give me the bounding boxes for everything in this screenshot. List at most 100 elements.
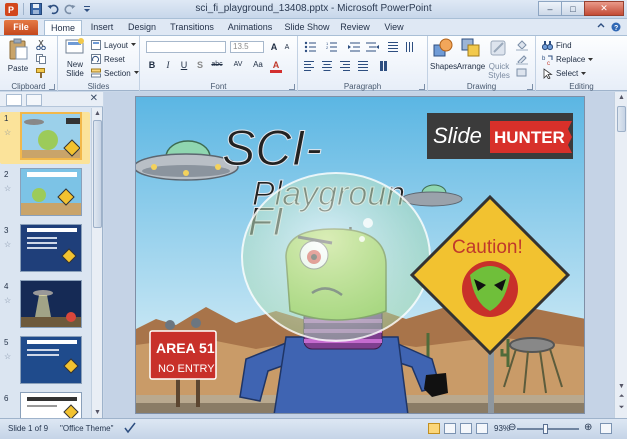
fit-to-window-button[interactable] <box>600 423 612 434</box>
reset-button[interactable]: Reset <box>91 54 125 64</box>
tab-design[interactable]: Design <box>124 20 160 35</box>
grow-font-button[interactable]: A <box>268 41 280 53</box>
font-name-combo[interactable] <box>146 41 226 53</box>
svg-text:NO ENTRY: NO ENTRY <box>158 363 215 375</box>
paste-button[interactable]: Paste <box>4 38 32 73</box>
zoom-slider-knob[interactable] <box>543 424 549 434</box>
scroll-down-icon[interactable]: ▼ <box>617 382 626 391</box>
thumbnail-number: 1 <box>4 114 9 123</box>
font-size-combo[interactable]: 13.5 <box>230 41 264 53</box>
scroll-thumb[interactable] <box>617 106 626 132</box>
format-painter-button[interactable] <box>36 68 46 78</box>
scroll-up-icon[interactable]: ▲ <box>617 93 626 102</box>
cut-button[interactable] <box>36 40 46 50</box>
slides-tab-icon[interactable] <box>6 94 22 106</box>
minimize-button[interactable]: – <box>538 1 562 16</box>
zoom-out-icon[interactable]: ⊖ <box>508 422 516 433</box>
section-button[interactable]: Section <box>91 68 139 78</box>
strikethrough-button[interactable]: abc <box>208 59 226 71</box>
replace-label: Replace <box>556 55 586 64</box>
layout-button[interactable]: Layout <box>91 40 137 50</box>
clipboard-launcher-icon[interactable] <box>49 84 55 90</box>
slides-pane-scrollbar[interactable]: ▲ ▼ <box>91 108 102 418</box>
slide-thumbnail-4[interactable]: 4 ☆ <box>0 280 90 332</box>
replace-button[interactable]: bc Replace <box>542 54 594 65</box>
italic-button[interactable]: I <box>162 59 174 71</box>
tab-file[interactable]: File <box>4 20 38 35</box>
tab-home[interactable]: Home <box>44 20 82 35</box>
shapes-button[interactable]: Shapes <box>430 38 458 71</box>
quick-styles-button[interactable]: Quick Styles <box>486 38 512 80</box>
chevron-down-icon <box>588 57 594 61</box>
normal-view-button[interactable] <box>428 423 440 434</box>
shape-outline-button[interactable] <box>516 54 528 65</box>
shadow-button[interactable]: S <box>194 59 206 71</box>
underline-button[interactable]: U <box>178 59 190 71</box>
thumbnail-image <box>20 224 82 272</box>
paragraph-row-1[interactable]: 12 <box>304 41 424 53</box>
slide-sorter-view-button[interactable] <box>444 423 456 434</box>
window-title: sci_fi_playground_13408.pptx - Microsoft… <box>195 3 432 14</box>
animation-star-icon: ☆ <box>4 128 12 137</box>
paragraph-row-2[interactable] <box>304 60 424 72</box>
outline-tab-icon[interactable] <box>26 94 42 106</box>
editing-group: Find bc Replace Select Editing <box>536 36 627 92</box>
slide-thumbnail-1[interactable]: 1 ☆ <box>0 112 90 164</box>
new-slide-button[interactable]: New Slide <box>62 38 88 78</box>
scroll-up-icon[interactable]: ▲ <box>93 109 102 118</box>
shapes-label: Shapes <box>430 62 458 71</box>
tab-transitions[interactable]: Transitions <box>166 20 218 35</box>
shape-fill-button[interactable] <box>516 40 528 51</box>
previous-slide-icon[interactable]: ⏶ <box>617 392 626 401</box>
help-icon[interactable]: ? <box>611 22 621 34</box>
animation-star-icon: ☆ <box>4 352 12 361</box>
slide-canvas[interactable]: Slide HUNTER SCI- Playgroun FI d <box>135 96 585 414</box>
slide-show-view-button[interactable] <box>476 423 488 434</box>
find-button[interactable]: Find <box>542 40 572 51</box>
maximize-button[interactable]: □ <box>561 1 585 16</box>
format-painter-icon <box>36 68 45 78</box>
close-button[interactable]: ✕ <box>584 1 624 16</box>
clipboard-group: Paste Clipboard <box>0 36 58 92</box>
slide-thumbnail-5[interactable]: 5 ☆ <box>0 336 90 388</box>
svg-text:?: ? <box>614 25 618 32</box>
minimize-ribbon-icon[interactable] <box>597 22 605 34</box>
slide-thumbnail-6[interactable]: 6 <box>0 392 90 418</box>
replace-icon: bc <box>542 55 553 65</box>
paragraph-launcher-icon[interactable] <box>419 84 425 90</box>
slide-thumbnail-2[interactable]: 2 ☆ <box>0 168 90 220</box>
arrange-button[interactable]: Arrange <box>456 38 486 71</box>
svg-text:b: b <box>542 56 546 62</box>
spell-check-icon[interactable] <box>124 422 136 436</box>
bold-button[interactable]: B <box>146 59 158 71</box>
shape-effects-button[interactable] <box>516 68 528 78</box>
select-button[interactable]: Select <box>542 68 587 79</box>
character-spacing-button[interactable]: AV <box>230 59 246 71</box>
scroll-down-icon[interactable]: ▼ <box>93 408 102 417</box>
title-bar: P sci_fi_playground_13408.pptx - Microso… <box>0 0 627 19</box>
slide-scrollbar[interactable]: ▲ ▼ ⏶ ⏷ <box>614 92 627 418</box>
close-pane-icon[interactable]: ✕ <box>90 93 98 104</box>
animation-star-icon: ☆ <box>4 240 12 249</box>
tab-view[interactable]: View <box>380 20 408 35</box>
tab-slide-show[interactable]: Slide Show <box>282 20 332 35</box>
copy-button[interactable] <box>36 54 46 64</box>
chevron-down-icon <box>131 43 137 46</box>
change-case-button[interactable]: Aa <box>250 59 266 71</box>
font-color-button[interactable]: A <box>270 59 282 73</box>
scroll-thumb[interactable] <box>93 120 102 228</box>
thumbnail-number: 2 <box>4 170 9 179</box>
font-launcher-icon[interactable] <box>289 84 295 90</box>
reading-view-button[interactable] <box>460 423 472 434</box>
shrink-font-button[interactable]: A <box>281 42 293 54</box>
tab-insert[interactable]: Insert <box>86 20 118 35</box>
zoom-in-icon[interactable]: ⊕ <box>584 422 592 433</box>
tab-animations[interactable]: Animations <box>225 20 275 35</box>
drawing-launcher-icon[interactable] <box>527 84 533 90</box>
next-slide-icon[interactable]: ⏷ <box>617 403 626 412</box>
quick-styles-label-1: Quick <box>488 62 510 71</box>
slide-thumbnail-3[interactable]: 3 ☆ <box>0 224 90 276</box>
zoom-slider[interactable] <box>517 424 579 434</box>
svg-text:Slide: Slide <box>433 123 482 148</box>
tab-review[interactable]: Review <box>338 20 372 35</box>
